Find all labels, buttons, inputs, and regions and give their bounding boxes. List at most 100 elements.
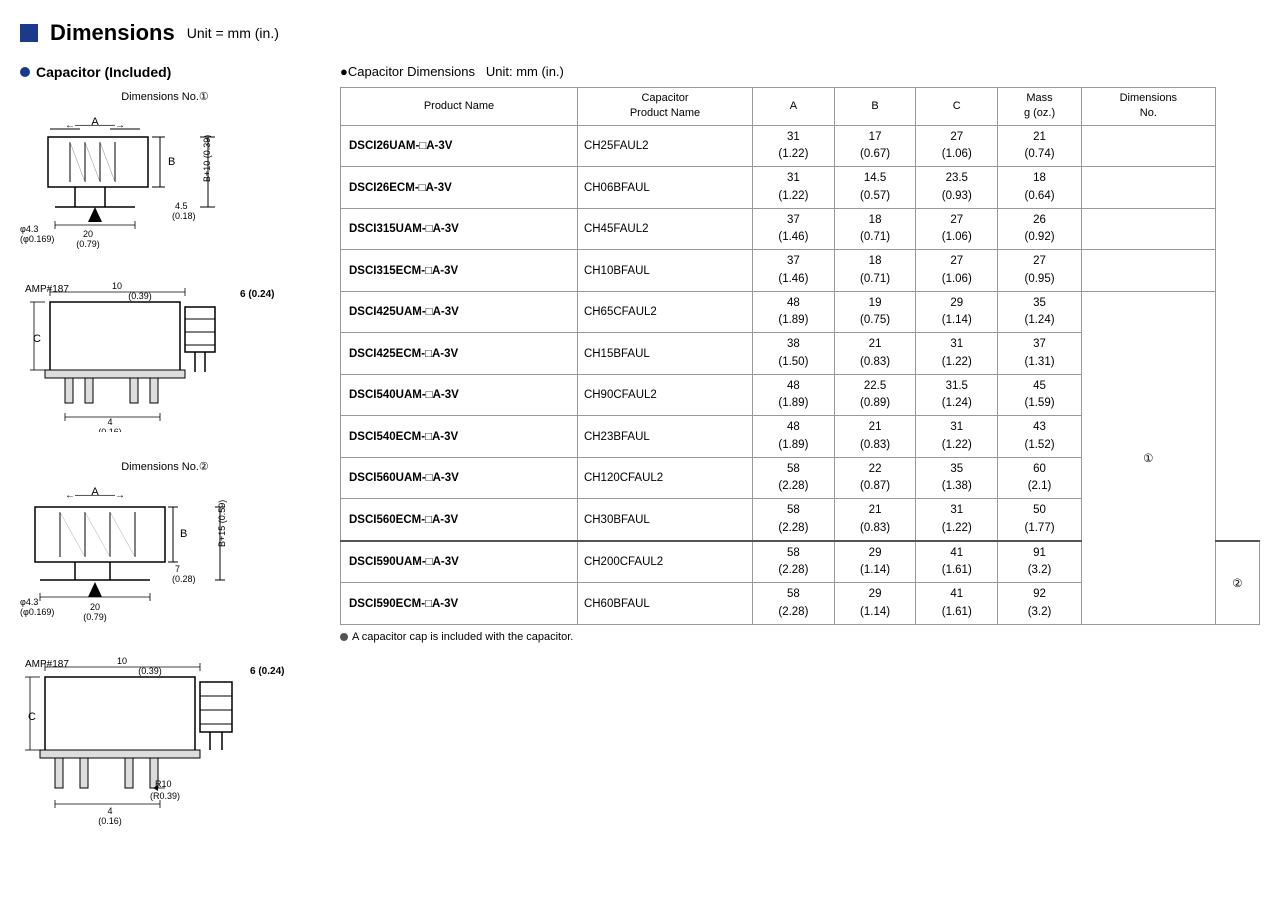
cell-product: DSCI26UAM-□A-3V (341, 125, 578, 167)
svg-text:(0.18): (0.18) (172, 211, 196, 221)
cell-dim-no: ② (1215, 541, 1259, 625)
cell-mass: 60(2.1) (998, 457, 1082, 499)
dimension-diagram-1: Dimensions No.① A ←————→ (20, 90, 310, 432)
table-row: DSCI425UAM-□A-3VCH65CFAUL248(1.89)19(0.7… (341, 291, 1260, 333)
cell-cap: CH60BFAUL (577, 583, 752, 625)
cell-product: DSCI315UAM-□A-3V (341, 208, 578, 250)
cell-c: 41(1.61) (916, 583, 998, 625)
diagram-amp187-1: AMP#187 (20, 277, 280, 432)
svg-text:(0.39): (0.39) (128, 291, 152, 301)
cell-c: 31(1.22) (916, 416, 998, 458)
cell-mass: 35(1.24) (998, 291, 1082, 333)
main-layout: Capacitor (Included) Dimensions No.① A ←… (20, 64, 1260, 855)
table-row: DSCI315ECM-□A-3VCH10BFAUL37(1.46)18(0.71… (341, 250, 1260, 292)
col-cap-product-name: CapacitorProduct Name (577, 88, 752, 126)
cell-c: 41(1.61) (916, 541, 998, 583)
header-unit: Unit = mm (in.) (187, 25, 279, 41)
cell-c: 31(1.22) (916, 499, 998, 541)
cell-cap: CH06BFAUL (577, 167, 752, 209)
cell-a: 58(2.28) (753, 499, 835, 541)
cell-cap: CH90CFAUL2 (577, 374, 752, 416)
cell-mass: 92(3.2) (998, 583, 1082, 625)
svg-text:(R0.39): (R0.39) (150, 791, 180, 801)
cell-b: 29(1.14) (834, 541, 916, 583)
dim2-label: Dimensions No.② (20, 460, 310, 473)
cell-c: 27(1.06) (916, 250, 998, 292)
cell-c: 31(1.22) (916, 333, 998, 375)
footnote-dot (340, 633, 348, 641)
cell-c: 29(1.14) (916, 291, 998, 333)
footnote: A capacitor cap is included with the cap… (340, 631, 1260, 643)
cell-cap: CH120CFAUL2 (577, 457, 752, 499)
cell-dim-no (1081, 167, 1215, 209)
svg-text:(0.16): (0.16) (98, 816, 122, 826)
cap-dim-title: ●Capacitor Dimensions (340, 64, 475, 79)
svg-text:7: 7 (175, 564, 180, 574)
svg-text:4: 4 (107, 806, 112, 816)
svg-text:C: C (28, 711, 36, 723)
col-dim-no: DimensionsNo. (1081, 88, 1215, 126)
dimension-diagram-2: Dimensions No.② A ←————→ B (20, 460, 310, 827)
cell-b: 29(1.14) (834, 583, 916, 625)
cell-product: DSCI560ECM-□A-3V (341, 499, 578, 541)
cell-dim-no (1081, 250, 1215, 292)
svg-text:(0.79): (0.79) (76, 239, 100, 249)
svg-text:4: 4 (107, 417, 112, 427)
cell-a: 38(1.50) (753, 333, 835, 375)
cell-mass: 37(1.31) (998, 333, 1082, 375)
cell-product: DSCI540UAM-□A-3V (341, 374, 578, 416)
svg-text:(0.39): (0.39) (138, 666, 162, 676)
cell-product: DSCI425ECM-□A-3V (341, 333, 578, 375)
page-title: Dimensions (50, 20, 175, 46)
dimensions-table: Product Name CapacitorProduct Name A B C… (340, 87, 1260, 625)
svg-text:AMP#187: AMP#187 (25, 659, 69, 670)
cell-product: DSCI26ECM-□A-3V (341, 167, 578, 209)
cell-b: 18(0.71) (834, 250, 916, 292)
cell-c: 35(1.38) (916, 457, 998, 499)
cell-mass: 43(1.52) (998, 416, 1082, 458)
svg-text:(0.28): (0.28) (172, 574, 196, 584)
cell-c: 27(1.06) (916, 208, 998, 250)
section-title: Capacitor (Included) (20, 64, 310, 80)
cell-cap: CH23BFAUL (577, 416, 752, 458)
cell-cap: CH25FAUL2 (577, 125, 752, 167)
col-mass: Massg (oz.) (998, 88, 1082, 126)
header-icon (20, 24, 38, 42)
cell-product: DSCI590UAM-□A-3V (341, 541, 578, 583)
col-a: A (753, 88, 835, 126)
svg-text:20: 20 (90, 602, 100, 612)
table-row: DSCI26UAM-□A-3VCH25FAUL231(1.22)17(0.67)… (341, 125, 1260, 167)
footnote-text: A capacitor cap is included with the cap… (352, 631, 573, 643)
svg-text:(φ0.169): (φ0.169) (20, 234, 54, 244)
svg-text:φ4.3: φ4.3 (20, 597, 38, 607)
svg-text:B+10 (0.39): B+10 (0.39) (202, 135, 212, 182)
section-title-text: Capacitor (Included) (36, 64, 171, 80)
diagram-2-svg: A ←————→ B (20, 477, 280, 652)
cell-mass: 27(0.95) (998, 250, 1082, 292)
cell-c: 31.5(1.24) (916, 374, 998, 416)
cell-cap: CH10BFAUL (577, 250, 752, 292)
cell-mass: 18(0.64) (998, 167, 1082, 209)
cap-dim-header: ●Capacitor Dimensions Unit: mm (in.) (340, 64, 1260, 79)
cell-mass: 26(0.92) (998, 208, 1082, 250)
cell-cap: CH200CFAUL2 (577, 541, 752, 583)
cell-a: 48(1.89) (753, 416, 835, 458)
cell-b: 21(0.83) (834, 333, 916, 375)
cell-b: 22(0.87) (834, 457, 916, 499)
svg-text:20: 20 (83, 229, 93, 239)
table-row: DSCI26ECM-□A-3VCH06BFAUL31(1.22)14.5(0.5… (341, 167, 1260, 209)
col-product-name: Product Name (341, 88, 578, 126)
svg-text:10: 10 (112, 281, 122, 291)
svg-text:←————→: ←————→ (65, 490, 125, 501)
dim1-label: Dimensions No.① (20, 90, 310, 103)
cell-cap: CH65CFAUL2 (577, 291, 752, 333)
cell-cap: CH45FAUL2 (577, 208, 752, 250)
cell-product: DSCI540ECM-□A-3V (341, 416, 578, 458)
cell-product: DSCI315ECM-□A-3V (341, 250, 578, 292)
cell-a: 37(1.46) (753, 250, 835, 292)
svg-text:AMP#187: AMP#187 (25, 284, 69, 295)
svg-text:(0.79): (0.79) (83, 612, 107, 622)
cell-b: 22.5(0.89) (834, 374, 916, 416)
cell-dim-no (1081, 125, 1215, 167)
svg-text:φ4.3: φ4.3 (20, 224, 38, 234)
